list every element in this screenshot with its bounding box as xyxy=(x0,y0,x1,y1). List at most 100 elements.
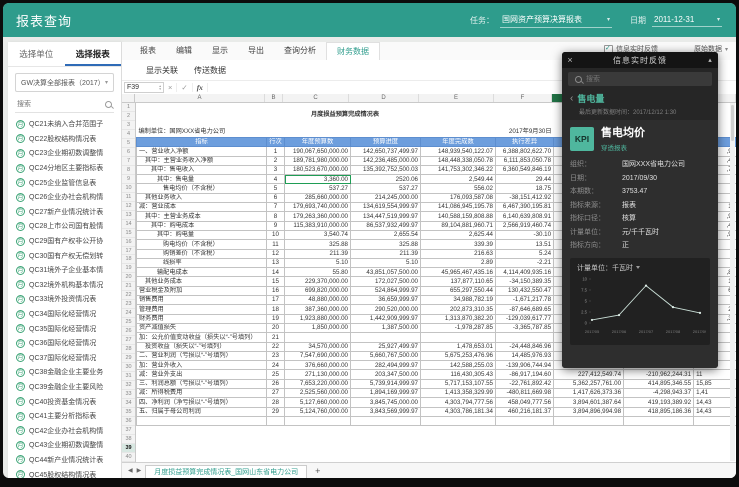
cell[interactable]: 26 xyxy=(267,379,285,388)
cell[interactable] xyxy=(285,333,351,342)
row-number[interactable]: 10 xyxy=(122,184,135,193)
row-number[interactable]: 36 xyxy=(122,417,135,426)
ribbon-tab[interactable]: 财务数据 xyxy=(326,42,380,61)
panel-search-input[interactable] xyxy=(584,75,707,84)
row-number[interactable]: 31 xyxy=(122,372,135,381)
cell[interactable]: 36,659,999.97 xyxy=(351,296,421,305)
column-header-A[interactable]: A xyxy=(135,94,265,102)
row-number[interactable]: 26 xyxy=(122,327,135,336)
cell[interactable]: 556.02 xyxy=(421,184,496,193)
cell[interactable]: 141,753,302,346.22 xyxy=(421,165,496,174)
ribbon-tab[interactable]: 查询分析 xyxy=(274,42,326,60)
sidebar-tab[interactable]: 选择报表 xyxy=(65,42,122,66)
cell[interactable]: 其中：售电量 xyxy=(137,175,267,184)
cell[interactable]: 290,520,000.00 xyxy=(351,305,421,314)
cell[interactable]: 655,297,550.44 xyxy=(421,286,496,295)
cell[interactable]: 376,660,000.00 xyxy=(285,361,351,370)
cell[interactable]: 2,655.54 xyxy=(351,230,421,239)
cell[interactable]: 5,717,153,107.55 xyxy=(421,379,496,388)
cell[interactable]: 6 xyxy=(267,193,285,202)
report-list-item[interactable]: 月QC44新产业情况统计表 xyxy=(8,453,121,468)
cell[interactable]: 24 xyxy=(267,361,285,370)
cell[interactable]: 五、归属于母公司利润 xyxy=(137,407,267,416)
selected-cell[interactable]: 3,360.00 xyxy=(285,175,351,184)
toolbar-action[interactable]: 显示关联 xyxy=(146,65,178,76)
cell[interactable]: 14,485,976.93 xyxy=(496,351,554,360)
cell[interactable]: 419,193,389.92 xyxy=(624,398,694,407)
cell[interactable]: 148,448,338,050.78 xyxy=(421,156,496,165)
row-number[interactable]: 19 xyxy=(122,264,135,273)
cell[interactable] xyxy=(496,333,554,342)
cell[interactable]: 5.24 xyxy=(496,249,554,258)
cell[interactable]: -34,150,389.35 xyxy=(496,277,554,286)
cell[interactable]: 四、净利润（净亏损以“-”号填列） xyxy=(137,398,267,407)
row-number[interactable]: 14 xyxy=(122,220,135,229)
cell[interactable]: 3,894,896,994.98 xyxy=(554,407,624,416)
toolbar-action[interactable]: 传送数据 xyxy=(194,65,226,76)
cell[interactable]: 4,114,409,935.16 xyxy=(496,268,554,277)
cell[interactable]: 管理费用 xyxy=(137,305,267,314)
row-number[interactable]: 9 xyxy=(122,175,135,184)
row-number[interactable]: 30 xyxy=(122,363,135,372)
row-number[interactable]: 18 xyxy=(122,255,135,264)
cell[interactable]: 29 xyxy=(267,407,285,416)
cell[interactable]: 3,843,569,999.97 xyxy=(351,407,421,416)
cell[interactable]: 135,392,752,500.03 xyxy=(351,165,421,174)
row-number[interactable]: 16 xyxy=(122,238,135,247)
cell[interactable]: 一、营业收入净额 xyxy=(137,147,267,156)
cell[interactable]: 13.51 xyxy=(496,240,554,249)
cell[interactable]: -3,365,787.85 xyxy=(496,323,554,332)
cell[interactable]: 3,845,745,000.00 xyxy=(351,398,421,407)
cell[interactable]: 25 xyxy=(267,370,285,379)
close-icon[interactable]: × xyxy=(562,55,578,65)
vertical-scrollbar[interactable] xyxy=(730,103,735,461)
cell[interactable]: 1 xyxy=(267,147,285,156)
column-header-C[interactable]: C xyxy=(283,94,349,102)
cell[interactable]: -480,811,669.98 xyxy=(496,389,554,398)
row-number[interactable]: 22 xyxy=(122,291,135,300)
cell[interactable]: 14 xyxy=(267,268,285,277)
cell[interactable]: -1,671,217.78 xyxy=(496,296,554,305)
cell[interactable]: 86,537,932,499.97 xyxy=(351,221,421,230)
row-number[interactable]: 32 xyxy=(122,381,135,390)
cell[interactable]: 1,387,500.00 xyxy=(351,323,421,332)
cell[interactable]: 3 xyxy=(267,165,285,174)
ribbon-tab[interactable]: 报表 xyxy=(130,42,166,60)
cell[interactable] xyxy=(624,416,694,425)
cell[interactable]: -38,151,412.92 xyxy=(496,193,554,202)
cell[interactable]: 134,447,519,999.97 xyxy=(351,212,421,221)
cell[interactable]: 购电均价（不含税） xyxy=(137,240,267,249)
row-number[interactable]: 37 xyxy=(122,426,135,435)
row-number[interactable]: 3 xyxy=(122,121,135,130)
row-number[interactable]: 27 xyxy=(122,336,135,345)
cell[interactable]: 其他业务收入 xyxy=(137,193,267,202)
cell[interactable]: 6,360,549,846.19 xyxy=(496,165,554,174)
cell[interactable]: 18 xyxy=(267,305,285,314)
cell[interactable]: -139,906,744.94 xyxy=(496,361,554,370)
cell[interactable]: 134,619,554,999.97 xyxy=(351,203,421,212)
cell[interactable]: 55.80 xyxy=(285,268,351,277)
cell[interactable]: 137,877,110.65 xyxy=(421,277,496,286)
cell[interactable]: 6,111,853,050.78 xyxy=(496,156,554,165)
cell[interactable]: 1,313,870,382.20 xyxy=(421,314,496,323)
cell[interactable]: 216.63 xyxy=(421,249,496,258)
cell[interactable]: 4,303,794,777.56 xyxy=(421,398,496,407)
cell[interactable]: -24,448,846.96 xyxy=(496,342,554,351)
cell[interactable] xyxy=(496,416,554,425)
cell[interactable]: 43,851,057,500.00 xyxy=(351,268,421,277)
report-list-item[interactable]: 月QC31境外子企业基本情 xyxy=(8,263,121,278)
cell[interactable]: 1,417,626,373.36 xyxy=(554,389,624,398)
cell[interactable]: 89,104,881,960.71 xyxy=(421,221,496,230)
cell[interactable]: 387,360,000.00 xyxy=(285,305,351,314)
cell[interactable]: 339.39 xyxy=(421,240,496,249)
cell[interactable]: 3,540.74 xyxy=(285,230,351,239)
cell[interactable]: 3,894,601,387.64 xyxy=(554,398,624,407)
report-list-item[interactable]: 月QC38金融企业主要业务 xyxy=(8,365,121,380)
row-number[interactable]: 39 xyxy=(122,444,135,453)
cell[interactable]: 5.10 xyxy=(351,258,421,267)
cell[interactable]: 1,442,909,999.97 xyxy=(351,314,421,323)
cell[interactable]: 8 xyxy=(267,212,285,221)
report-list-item[interactable]: 月QC40投资基金情况表 xyxy=(8,394,121,409)
cell[interactable]: 142,588,255.03 xyxy=(421,361,496,370)
cell[interactable]: 28 xyxy=(267,398,285,407)
